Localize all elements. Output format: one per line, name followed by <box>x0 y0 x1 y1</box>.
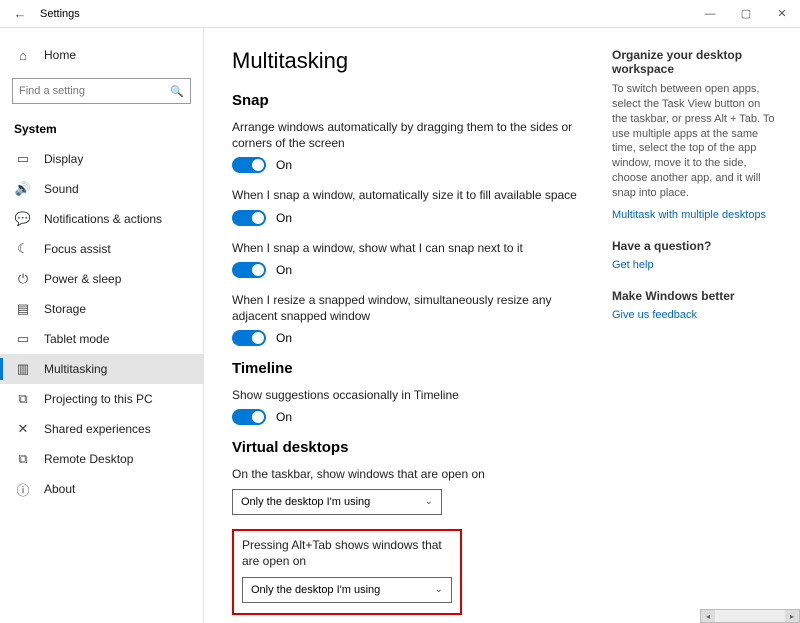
feedback-title: Make Windows better <box>612 289 776 303</box>
sidebar-item-tablet-mode[interactable]: ▭ Tablet mode <box>0 324 203 354</box>
vd-taskbar-desc: On the taskbar, show windows that are op… <box>232 466 596 482</box>
organize-title: Organize your desktop workspace <box>612 48 776 76</box>
notifications-icon: 💬 <box>14 210 32 228</box>
sidebar-item-sound[interactable]: 🔊 Sound <box>0 174 203 204</box>
timeline-suggestions-toggle[interactable] <box>232 409 266 425</box>
right-panel: Organize your desktop workspace To switc… <box>596 48 776 623</box>
back-button[interactable]: ← <box>8 6 32 21</box>
sidebar-item-notifications-actions[interactable]: 💬 Notifications & actions <box>0 204 203 234</box>
chevron-down-icon: ⌄ <box>425 496 433 507</box>
sidebar-item-shared-experiences[interactable]: ✕ Shared experiences <box>0 414 203 444</box>
sound-icon: 🔊 <box>14 180 32 198</box>
search-input-wrapper[interactable]: 🔍 <box>12 78 191 104</box>
shared-experiences-icon: ✕ <box>14 420 32 438</box>
sidebar-item-label: Notifications & actions <box>44 212 162 226</box>
timeline-suggestions-state: On <box>276 410 292 424</box>
sidebar-home[interactable]: ⌂ Home <box>0 40 203 70</box>
organize-body: To switch between open apps, select the … <box>612 82 776 201</box>
snap-shownext-desc: When I snap a window, show what I can sn… <box>232 240 596 256</box>
multitasking-icon: ▥ <box>14 360 32 378</box>
snap-shownext-state: On <box>276 263 292 277</box>
sidebar-item-projecting-to-this-pc[interactable]: ⧉ Projecting to this PC <box>0 384 203 414</box>
feedback-link[interactable]: Give us feedback <box>612 309 697 321</box>
close-button[interactable]: ✕ <box>764 0 800 28</box>
sidebar-item-label: Display <box>44 152 83 166</box>
group-timeline-title: Timeline <box>232 360 596 377</box>
snap-arrange-state: On <box>276 158 292 172</box>
sidebar-item-display[interactable]: ▭ Display <box>0 144 203 174</box>
settings-panel: Multitasking Snap Arrange windows automa… <box>232 48 596 623</box>
snap-resize-state: On <box>276 331 292 345</box>
sidebar: ⌂ Home 🔍 System ▭ Display 🔊 Sound 💬 Notificat… <box>0 28 204 623</box>
vd-taskbar-select[interactable]: Only the desktop I'm using ⌄ <box>232 489 442 515</box>
snap-shownext-toggle[interactable] <box>232 262 266 278</box>
snap-arrange-toggle[interactable] <box>232 157 266 173</box>
sidebar-item-label: Storage <box>44 302 86 316</box>
sidebar-item-label: Multitasking <box>44 362 107 376</box>
horizontal-scrollbar[interactable]: ◂ ▸ <box>700 609 800 623</box>
minimize-button[interactable]: — <box>692 0 728 28</box>
window-title: Settings <box>32 8 80 20</box>
sidebar-item-label: Projecting to this PC <box>44 392 153 406</box>
sidebar-item-about[interactable]: ⓘ About <box>0 474 203 504</box>
titlebar: ← Settings — ▢ ✕ <box>0 0 800 28</box>
vd-alttab-select[interactable]: Only the desktop I'm using ⌄ <box>242 577 452 603</box>
remote-desktop-icon: ⧉ <box>14 450 32 468</box>
snap-resize-toggle[interactable] <box>232 330 266 346</box>
snap-autosize-state: On <box>276 211 292 225</box>
scroll-left-button[interactable]: ◂ <box>701 610 715 622</box>
sidebar-item-label: Focus assist <box>44 242 111 256</box>
sidebar-item-focus-assist[interactable]: ☾ Focus assist <box>0 234 203 264</box>
sidebar-item-label: Power & sleep <box>44 272 121 286</box>
maximize-button[interactable]: ▢ <box>728 0 764 28</box>
about-icon: ⓘ <box>14 480 32 498</box>
snap-autosize-desc: When I snap a window, automatically size… <box>232 187 596 203</box>
snap-autosize-toggle[interactable] <box>232 210 266 226</box>
snap-arrange-desc: Arrange windows automatically by draggin… <box>232 119 596 151</box>
tablet-icon: ▭ <box>14 330 32 348</box>
search-icon: 🔍 <box>170 85 184 98</box>
sidebar-item-power-sleep[interactable]: ⏻ Power & sleep <box>0 264 203 294</box>
sidebar-item-label: About <box>44 482 75 496</box>
timeline-suggestions-desc: Show suggestions occasionally in Timelin… <box>232 387 596 403</box>
vd-alttab-desc: Pressing Alt+Tab shows windows that are … <box>242 537 452 569</box>
sidebar-item-label: Shared experiences <box>44 422 151 436</box>
display-icon: ▭ <box>14 150 32 168</box>
snap-resize-desc: When I resize a snapped window, simultan… <box>232 292 596 324</box>
question-title: Have a question? <box>612 239 776 253</box>
chevron-down-icon: ⌄ <box>435 584 443 595</box>
gethelp-link[interactable]: Get help <box>612 259 654 271</box>
organize-link[interactable]: Multitask with multiple desktops <box>612 209 766 221</box>
sidebar-item-storage[interactable]: ▤ Storage <box>0 294 203 324</box>
sidebar-home-label: Home <box>44 48 76 62</box>
storage-icon: ▤ <box>14 300 32 318</box>
power-icon: ⏻ <box>14 270 32 288</box>
sidebar-item-label: Tablet mode <box>44 332 109 346</box>
search-input[interactable] <box>19 85 170 97</box>
scroll-right-button[interactable]: ▸ <box>785 610 799 622</box>
sidebar-item-label: Sound <box>44 182 79 196</box>
sidebar-item-multitasking[interactable]: ▥ Multitasking <box>0 354 203 384</box>
group-virtualdesktops-title: Virtual desktops <box>232 439 596 456</box>
sidebar-item-label: Remote Desktop <box>44 452 133 466</box>
vd-taskbar-value: Only the desktop I'm using <box>241 496 370 508</box>
sidebar-item-remote-desktop[interactable]: ⧉ Remote Desktop <box>0 444 203 474</box>
highlighted-setting: Pressing Alt+Tab shows windows that are … <box>232 529 462 615</box>
home-icon: ⌂ <box>14 46 32 64</box>
page-title: Multitasking <box>232 48 596 74</box>
focus-assist-icon: ☾ <box>14 240 32 258</box>
sidebar-section-label: System <box>0 116 203 144</box>
vd-alttab-value: Only the desktop I'm using <box>251 584 380 596</box>
projecting-icon: ⧉ <box>14 390 32 408</box>
group-snap-title: Snap <box>232 92 596 109</box>
